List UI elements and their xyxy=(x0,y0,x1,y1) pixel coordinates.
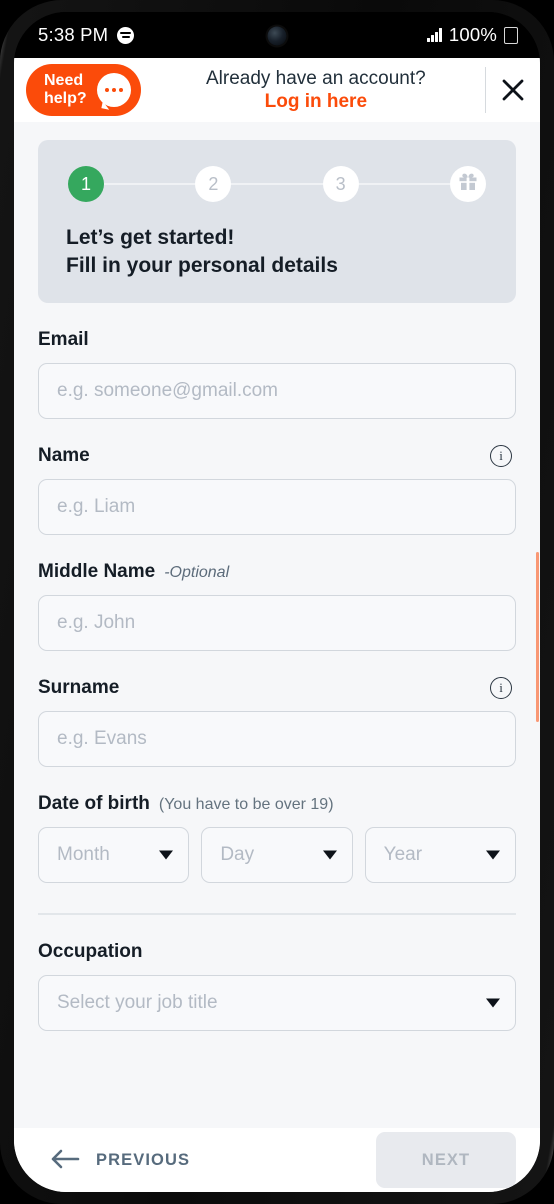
status-bar-left: 5:38 PM xyxy=(38,24,135,46)
account-question-label: Already have an account? xyxy=(205,67,426,89)
next-button[interactable]: NEXT xyxy=(376,1132,516,1188)
field-occupation: Occupation Select your job title xyxy=(38,941,516,1031)
login-link[interactable]: Log in here xyxy=(265,90,367,113)
dob-year-select[interactable]: Year xyxy=(364,827,516,884)
stepper-step-2-label: 2 xyxy=(208,173,219,194)
field-occupation-label: Occupation xyxy=(38,940,143,962)
field-name-label-row: Name i xyxy=(38,445,516,468)
field-name-label: Name xyxy=(38,445,90,467)
close-button[interactable] xyxy=(486,58,540,122)
field-name: Name i xyxy=(38,445,516,536)
occupation-select[interactable]: Select your job title xyxy=(38,974,516,1031)
status-bar-right: 100% xyxy=(427,24,518,46)
stepper-rail: 1 2 3 xyxy=(66,166,488,202)
field-email-label-group: Email xyxy=(38,329,89,351)
field-middle-name-label: Middle Name xyxy=(38,561,156,583)
stepper-step-3[interactable]: 3 xyxy=(322,166,359,202)
stepper-connector-2 xyxy=(231,182,323,186)
gift-icon xyxy=(458,172,478,196)
field-surname: Surname i xyxy=(38,677,516,768)
stepper-connector-3 xyxy=(358,182,450,186)
dob-month-wrap: Month xyxy=(38,827,190,884)
middle-name-input[interactable] xyxy=(38,595,516,652)
field-dob-label: Date of birth xyxy=(38,793,150,815)
field-dob-label-row: Date of birth (You have to be over 19) xyxy=(38,793,516,815)
close-icon xyxy=(500,77,526,103)
spotify-icon xyxy=(117,26,135,44)
stepper-title: Let’s get started! Fill in your personal… xyxy=(66,226,338,277)
need-help-button[interactable]: Need help? xyxy=(26,64,141,116)
form-content: 1 2 3 Let’s get started! Fill in your pe… xyxy=(14,122,540,1031)
surname-input[interactable] xyxy=(38,711,516,768)
field-surname-label-row: Surname i xyxy=(38,677,516,700)
name-input[interactable] xyxy=(38,479,516,536)
stepper-step-1[interactable]: 1 xyxy=(68,166,104,202)
name-info-icon[interactable]: i xyxy=(490,445,512,468)
field-middle-name-optional-tag: -Optional xyxy=(164,564,230,582)
app-viewport: Need help? Already have an account? Log … xyxy=(14,58,540,1192)
field-middle-name: Middle Name -Optional xyxy=(38,561,516,652)
field-name-label-group: Name xyxy=(38,445,90,467)
field-middle-name-label-group: Middle Name -Optional xyxy=(38,561,229,583)
dob-month-select[interactable]: Month xyxy=(38,827,190,884)
stepper-connector-1 xyxy=(104,182,196,186)
field-date-of-birth: Date of birth (You have to be over 19) M… xyxy=(38,793,516,884)
battery-percent-label: 100% xyxy=(448,24,497,45)
field-occupation-label-group: Occupation xyxy=(38,941,143,963)
form-scroll-area[interactable]: 1 2 3 Let’s get started! Fill in your pe… xyxy=(14,122,540,1192)
occupation-wrap: Select your job title xyxy=(38,974,516,1031)
chat-bubble-icon xyxy=(96,73,131,107)
email-input[interactable] xyxy=(38,363,516,420)
field-email-label: Email xyxy=(38,329,89,351)
stepper-step-reward[interactable] xyxy=(449,166,486,202)
field-dob-hint: (You have to be over 19) xyxy=(158,796,334,814)
battery-icon xyxy=(504,26,518,44)
field-surname-label: Surname xyxy=(38,677,120,699)
field-dob-label-group: Date of birth (You have to be over 19) xyxy=(38,793,334,815)
dob-day-select[interactable]: Day xyxy=(201,827,353,884)
signal-bars-icon xyxy=(427,28,442,42)
app-header: Need help? Already have an account? Log … xyxy=(14,58,540,122)
section-divider xyxy=(38,913,516,915)
field-surname-label-group: Surname xyxy=(38,677,119,699)
status-time: 5:38 PM xyxy=(38,24,109,45)
stepper-step-2[interactable]: 2 xyxy=(195,166,232,202)
surname-info-icon[interactable]: i xyxy=(490,677,512,700)
phone-frame: 5:38 PM 100% Need help? Already have an … xyxy=(0,0,554,1204)
field-email-label-row: Email xyxy=(38,329,516,351)
field-email: Email xyxy=(38,329,516,420)
stepper-step-3-label: 3 xyxy=(335,173,346,194)
field-middle-name-label-row: Middle Name -Optional xyxy=(38,561,516,583)
phone-screen: 5:38 PM 100% Need help? Already have an … xyxy=(14,12,540,1192)
arrow-left-icon xyxy=(50,1148,80,1173)
field-occupation-label-row: Occupation xyxy=(38,941,516,963)
scrollbar-thumb[interactable] xyxy=(536,552,539,722)
stepper-step-1-label: 1 xyxy=(80,173,91,194)
need-help-label: Need help? xyxy=(44,72,87,107)
dob-year-wrap: Year xyxy=(364,827,516,884)
previous-button[interactable]: PREVIOUS xyxy=(50,1148,190,1173)
progress-stepper-card: 1 2 3 Let’s get started! Fill in your pe… xyxy=(38,140,516,304)
account-prompt: Already have an account? Log in here xyxy=(141,67,485,113)
dob-day-wrap: Day xyxy=(201,827,353,884)
front-camera-dot xyxy=(267,26,287,46)
dob-selects-row: Month Day Year xyxy=(38,827,516,884)
bottom-navigation-bar: PREVIOUS NEXT xyxy=(14,1128,540,1192)
previous-button-label: PREVIOUS xyxy=(96,1150,191,1169)
